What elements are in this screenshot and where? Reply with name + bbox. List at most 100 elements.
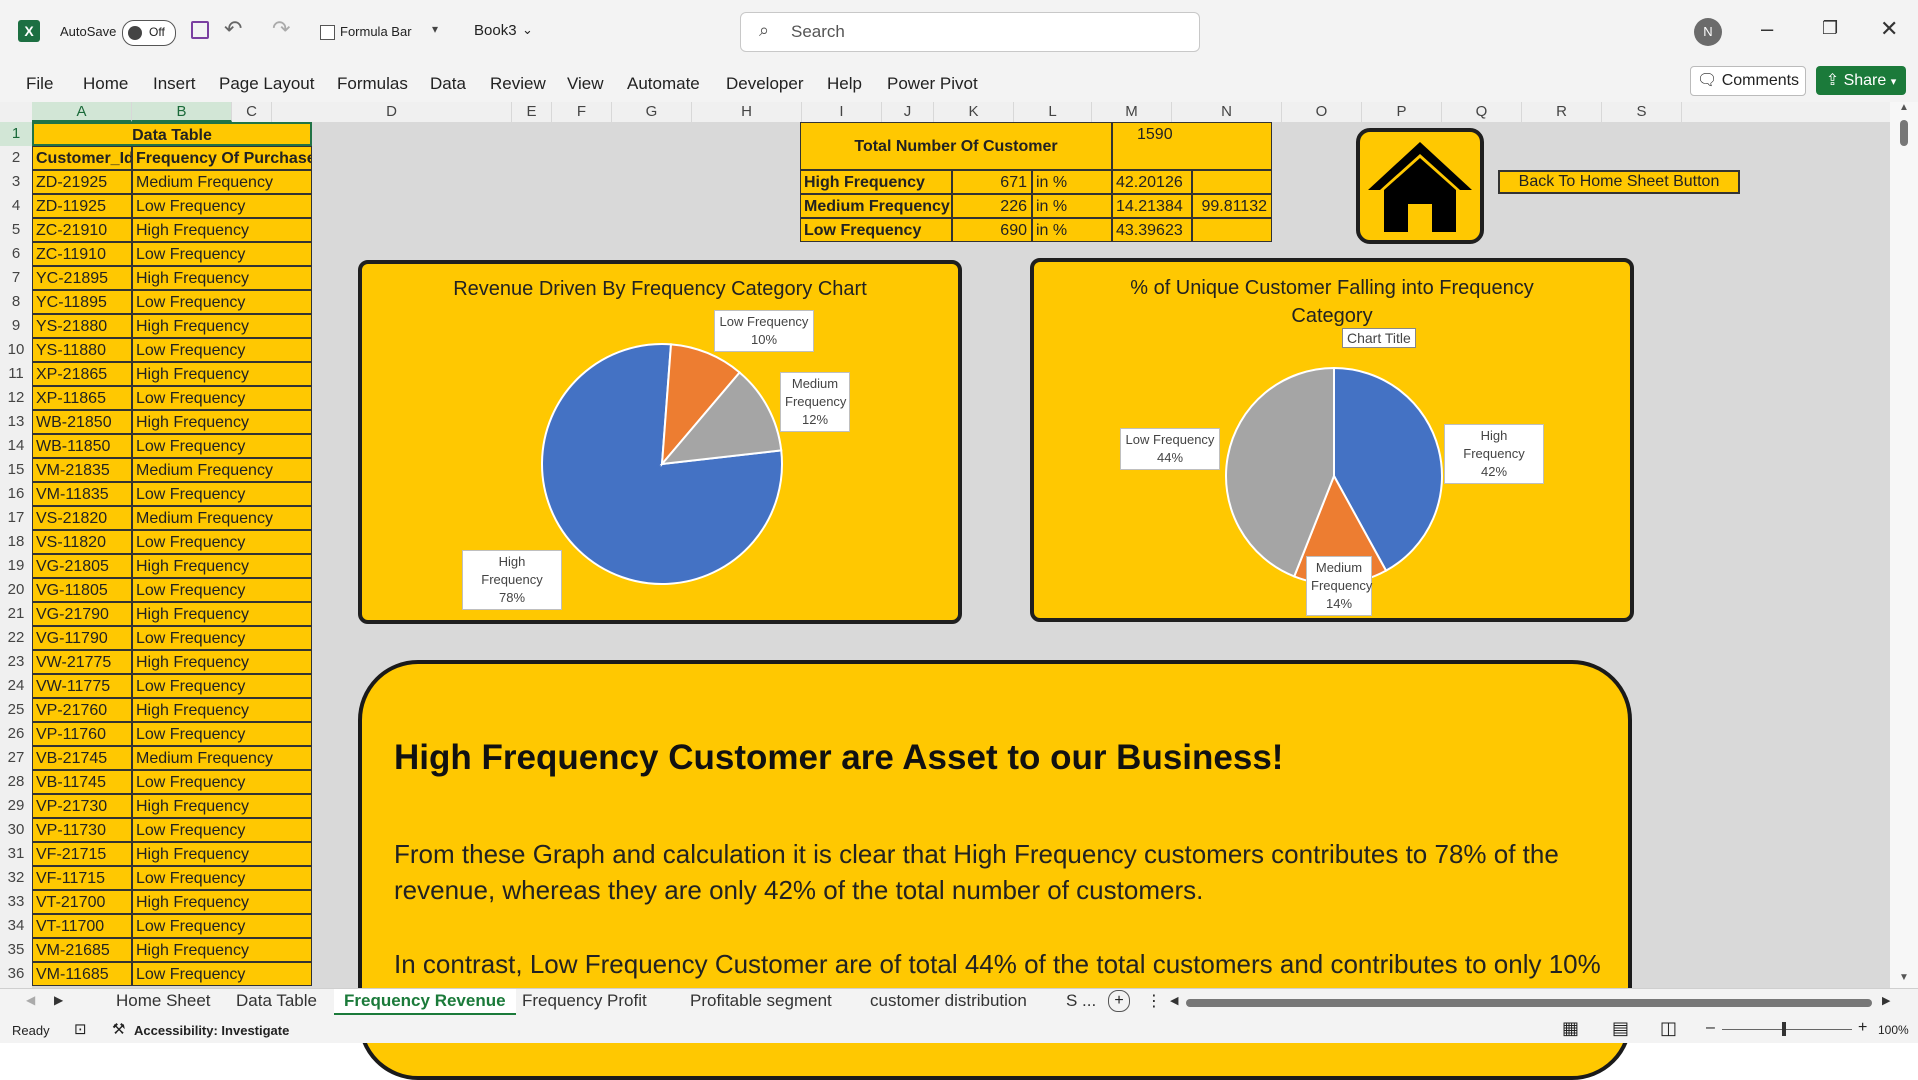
back-to-home-button[interactable]: Back To Home Sheet Button xyxy=(1498,170,1740,194)
save-icon[interactable] xyxy=(191,21,209,39)
cell-customer-id[interactable]: VP-11760 xyxy=(32,722,132,746)
row-header[interactable]: 27 xyxy=(0,746,32,770)
cell-customer-id[interactable]: VF-11715 xyxy=(32,866,132,890)
column-header-p[interactable]: P xyxy=(1362,102,1442,122)
cell-customer-id[interactable]: VS-21820 xyxy=(32,506,132,530)
column-header-s[interactable]: S xyxy=(1602,102,1682,122)
summary-unit[interactable]: in % xyxy=(1032,170,1112,194)
row-header[interactable]: 22 xyxy=(0,626,32,650)
accessibility-status[interactable]: Accessibility: Investigate xyxy=(134,1023,289,1038)
cell-customer-id[interactable]: VS-11820 xyxy=(32,530,132,554)
vertical-scrollbar[interactable]: ▲ ▼ xyxy=(1890,102,1918,988)
hscroll-left-icon[interactable]: ◀ xyxy=(1170,994,1178,1007)
cell-customer-id[interactable]: VM-21835 xyxy=(32,458,132,482)
row-header[interactable]: 16 xyxy=(0,482,32,506)
row-header[interactable]: 18 xyxy=(0,530,32,554)
column-header-r[interactable]: R xyxy=(1522,102,1602,122)
total-customer-label[interactable]: Total Number Of Customer xyxy=(800,122,1112,170)
cell-customer-id[interactable]: YC-21895 xyxy=(32,266,132,290)
cell-customer-id[interactable]: VG-21790 xyxy=(32,602,132,626)
menu-data[interactable]: Data xyxy=(430,74,466,94)
row-header[interactable]: 29 xyxy=(0,794,32,818)
summary-count[interactable]: 671 xyxy=(952,170,1032,194)
scroll-thumb[interactable] xyxy=(1900,120,1908,146)
row-header[interactable]: 20 xyxy=(0,578,32,602)
column-header-a[interactable]: A xyxy=(32,102,132,122)
page-break-view-icon[interactable]: ◫ xyxy=(1660,1018,1677,1039)
zoom-out-icon[interactable]: – xyxy=(1706,1019,1715,1037)
normal-view-icon[interactable]: ▦ xyxy=(1562,1018,1579,1039)
row-header[interactable]: 12 xyxy=(0,386,32,410)
cell-customer-id[interactable]: XP-11865 xyxy=(32,386,132,410)
menu-formulas[interactable]: Formulas xyxy=(337,74,408,94)
row-header[interactable]: 10 xyxy=(0,338,32,362)
cell-frequency[interactable]: Low Frequency xyxy=(132,242,312,266)
row-header[interactable]: 8 xyxy=(0,290,32,314)
cell-customer-id[interactable]: VP-11730 xyxy=(32,818,132,842)
cell-frequency[interactable]: Low Frequency xyxy=(132,290,312,314)
sheet-tab[interactable]: customer distribution xyxy=(860,989,1037,1013)
cell-frequency[interactable]: High Frequency xyxy=(132,410,312,434)
column-header-f[interactable]: F xyxy=(552,102,612,122)
workbook-chevron-icon[interactable]: ⌄ xyxy=(522,22,533,38)
row-header[interactable]: 28 xyxy=(0,770,32,794)
search-box[interactable]: ⌕ Search xyxy=(740,12,1200,52)
row-header[interactable]: 1 xyxy=(0,122,32,146)
cell-frequency[interactable]: High Frequency xyxy=(132,602,312,626)
summary-count[interactable]: 690 xyxy=(952,218,1032,242)
cell-frequency[interactable]: Low Frequency xyxy=(132,194,312,218)
sheet-tab[interactable]: Frequency Revenue xyxy=(334,989,516,1016)
column-header-e[interactable]: E xyxy=(512,102,552,122)
menu-power-pivot[interactable]: Power Pivot xyxy=(887,74,978,94)
cell-frequency[interactable]: High Frequency xyxy=(132,554,312,578)
column-header-h[interactable]: H xyxy=(692,102,802,122)
tab-prev-icon[interactable]: ◀ xyxy=(26,993,35,1007)
sheet-tab[interactable]: Data Table xyxy=(226,989,327,1013)
cell-frequency[interactable]: Low Frequency xyxy=(132,962,312,986)
cell-frequency[interactable]: High Frequency xyxy=(132,794,312,818)
row-header[interactable]: 25 xyxy=(0,698,32,722)
zoom-in-icon[interactable]: + xyxy=(1858,1019,1867,1037)
sheet-tab[interactable]: Frequency Profit xyxy=(512,989,657,1013)
cell-customer-id[interactable]: VB-21745 xyxy=(32,746,132,770)
cell-customer-id[interactable]: VM-11685 xyxy=(32,962,132,986)
row-header[interactable]: 15 xyxy=(0,458,32,482)
horizontal-scrollbar-thumb[interactable] xyxy=(1186,999,1872,1007)
row-header[interactable]: 7 xyxy=(0,266,32,290)
header-frequency[interactable]: Frequency Of Purchase xyxy=(132,146,312,170)
row-header[interactable]: 6 xyxy=(0,242,32,266)
row-header[interactable]: 30 xyxy=(0,818,32,842)
cell-frequency[interactable]: Low Frequency xyxy=(132,914,312,938)
cell-frequency[interactable]: Low Frequency xyxy=(132,338,312,362)
cell-customer-id[interactable]: VG-21805 xyxy=(32,554,132,578)
cell-frequency[interactable]: High Frequency xyxy=(132,362,312,386)
cell-customer-id[interactable]: VW-21775 xyxy=(32,650,132,674)
cell-customer-id[interactable]: ZC-11910 xyxy=(32,242,132,266)
column-header-c[interactable]: C xyxy=(232,102,272,122)
row-header[interactable]: 33 xyxy=(0,890,32,914)
column-header-n[interactable]: N xyxy=(1172,102,1282,122)
row-header[interactable]: 13 xyxy=(0,410,32,434)
cell-customer-id[interactable]: VG-11805 xyxy=(32,578,132,602)
summary-unit[interactable]: in % xyxy=(1032,218,1112,242)
customer-chart[interactable]: % of Unique Customer Falling into Freque… xyxy=(1030,258,1634,622)
summary-percent[interactable]: 14.21384 xyxy=(1112,194,1192,218)
sheet-tab[interactable]: Profitable segment xyxy=(680,989,842,1013)
cell-customer-id[interactable]: YC-11895 xyxy=(32,290,132,314)
cell-customer-id[interactable]: VP-21760 xyxy=(32,698,132,722)
scroll-up-icon[interactable]: ▲ xyxy=(1899,102,1909,113)
header-customer-id[interactable]: Customer_Id xyxy=(32,146,132,170)
column-header-i[interactable]: I xyxy=(802,102,882,122)
sheet-tab[interactable]: Home Sheet xyxy=(106,989,221,1013)
cell-frequency[interactable]: High Frequency xyxy=(132,650,312,674)
cell-customer-id[interactable]: YS-21880 xyxy=(32,314,132,338)
cell-frequency[interactable]: High Frequency xyxy=(132,842,312,866)
menu-help[interactable]: Help xyxy=(827,74,862,94)
summary-extra[interactable] xyxy=(1192,170,1272,194)
cell-frequency[interactable]: Medium Frequency xyxy=(132,170,312,194)
total-customer-value[interactable]: 1590 xyxy=(1112,122,1272,170)
zoom-slider-thumb[interactable] xyxy=(1782,1022,1786,1036)
row-header[interactable]: 21 xyxy=(0,602,32,626)
cell-customer-id[interactable]: XP-21865 xyxy=(32,362,132,386)
autosave-toggle[interactable]: Off xyxy=(122,20,176,46)
